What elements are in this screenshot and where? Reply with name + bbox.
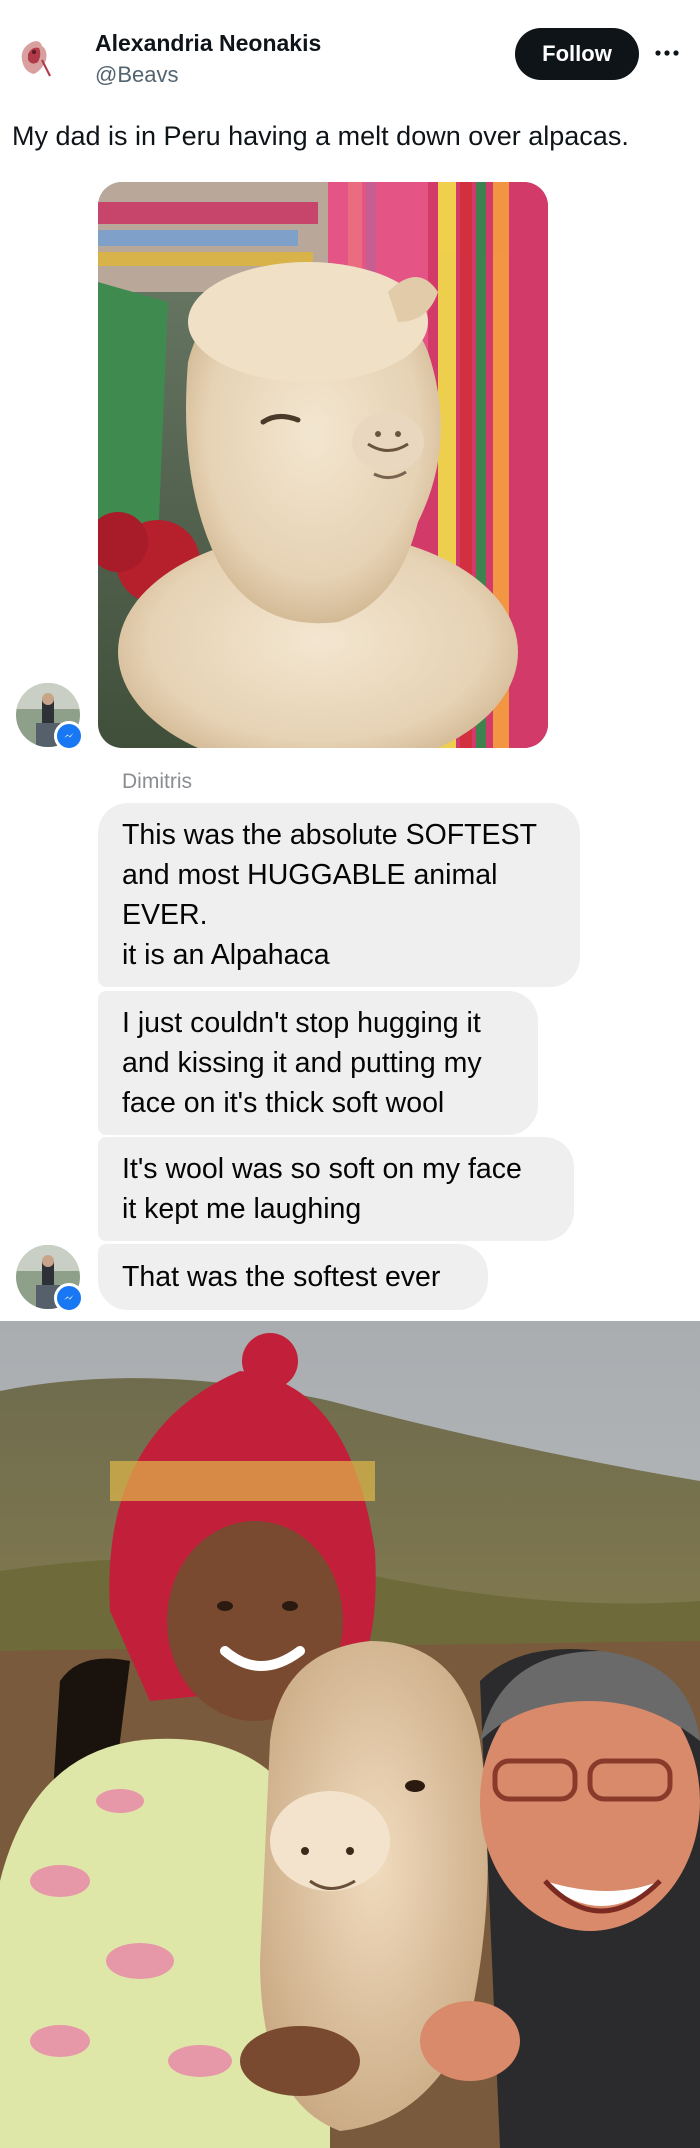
author-avatar[interactable] <box>12 30 64 82</box>
author-name[interactable]: Alexandria Neonakis <box>95 30 321 57</box>
messenger-badge-icon <box>54 1283 84 1313</box>
tweet-header: Alexandria Neonakis @Beavs Follow <box>0 0 700 100</box>
message-bubble[interactable]: This was the absolute SOFTEST and most H… <box>98 803 580 987</box>
more-horizontal-icon[interactable] <box>652 38 682 68</box>
author-handle[interactable]: @Beavs <box>95 62 178 88</box>
message-bubble[interactable]: I just couldn't stop hugging it and kiss… <box>98 991 538 1135</box>
sender-avatar[interactable] <box>16 683 84 751</box>
sender-name: Dimitris <box>122 770 192 793</box>
follow-button[interactable]: Follow <box>515 28 639 80</box>
message-bubble[interactable]: That was the softest ever <box>98 1244 488 1310</box>
sender-avatar[interactable] <box>16 1245 84 1313</box>
alpaca-photo-message[interactable] <box>98 182 548 748</box>
messenger-badge-icon <box>54 721 84 751</box>
alpaca-hug-photo[interactable] <box>0 1321 700 2148</box>
message-bubble[interactable]: It's wool was so soft on my face it kept… <box>98 1137 574 1241</box>
tweet-text: My dad is in Peru having a melt down ove… <box>12 121 629 151</box>
